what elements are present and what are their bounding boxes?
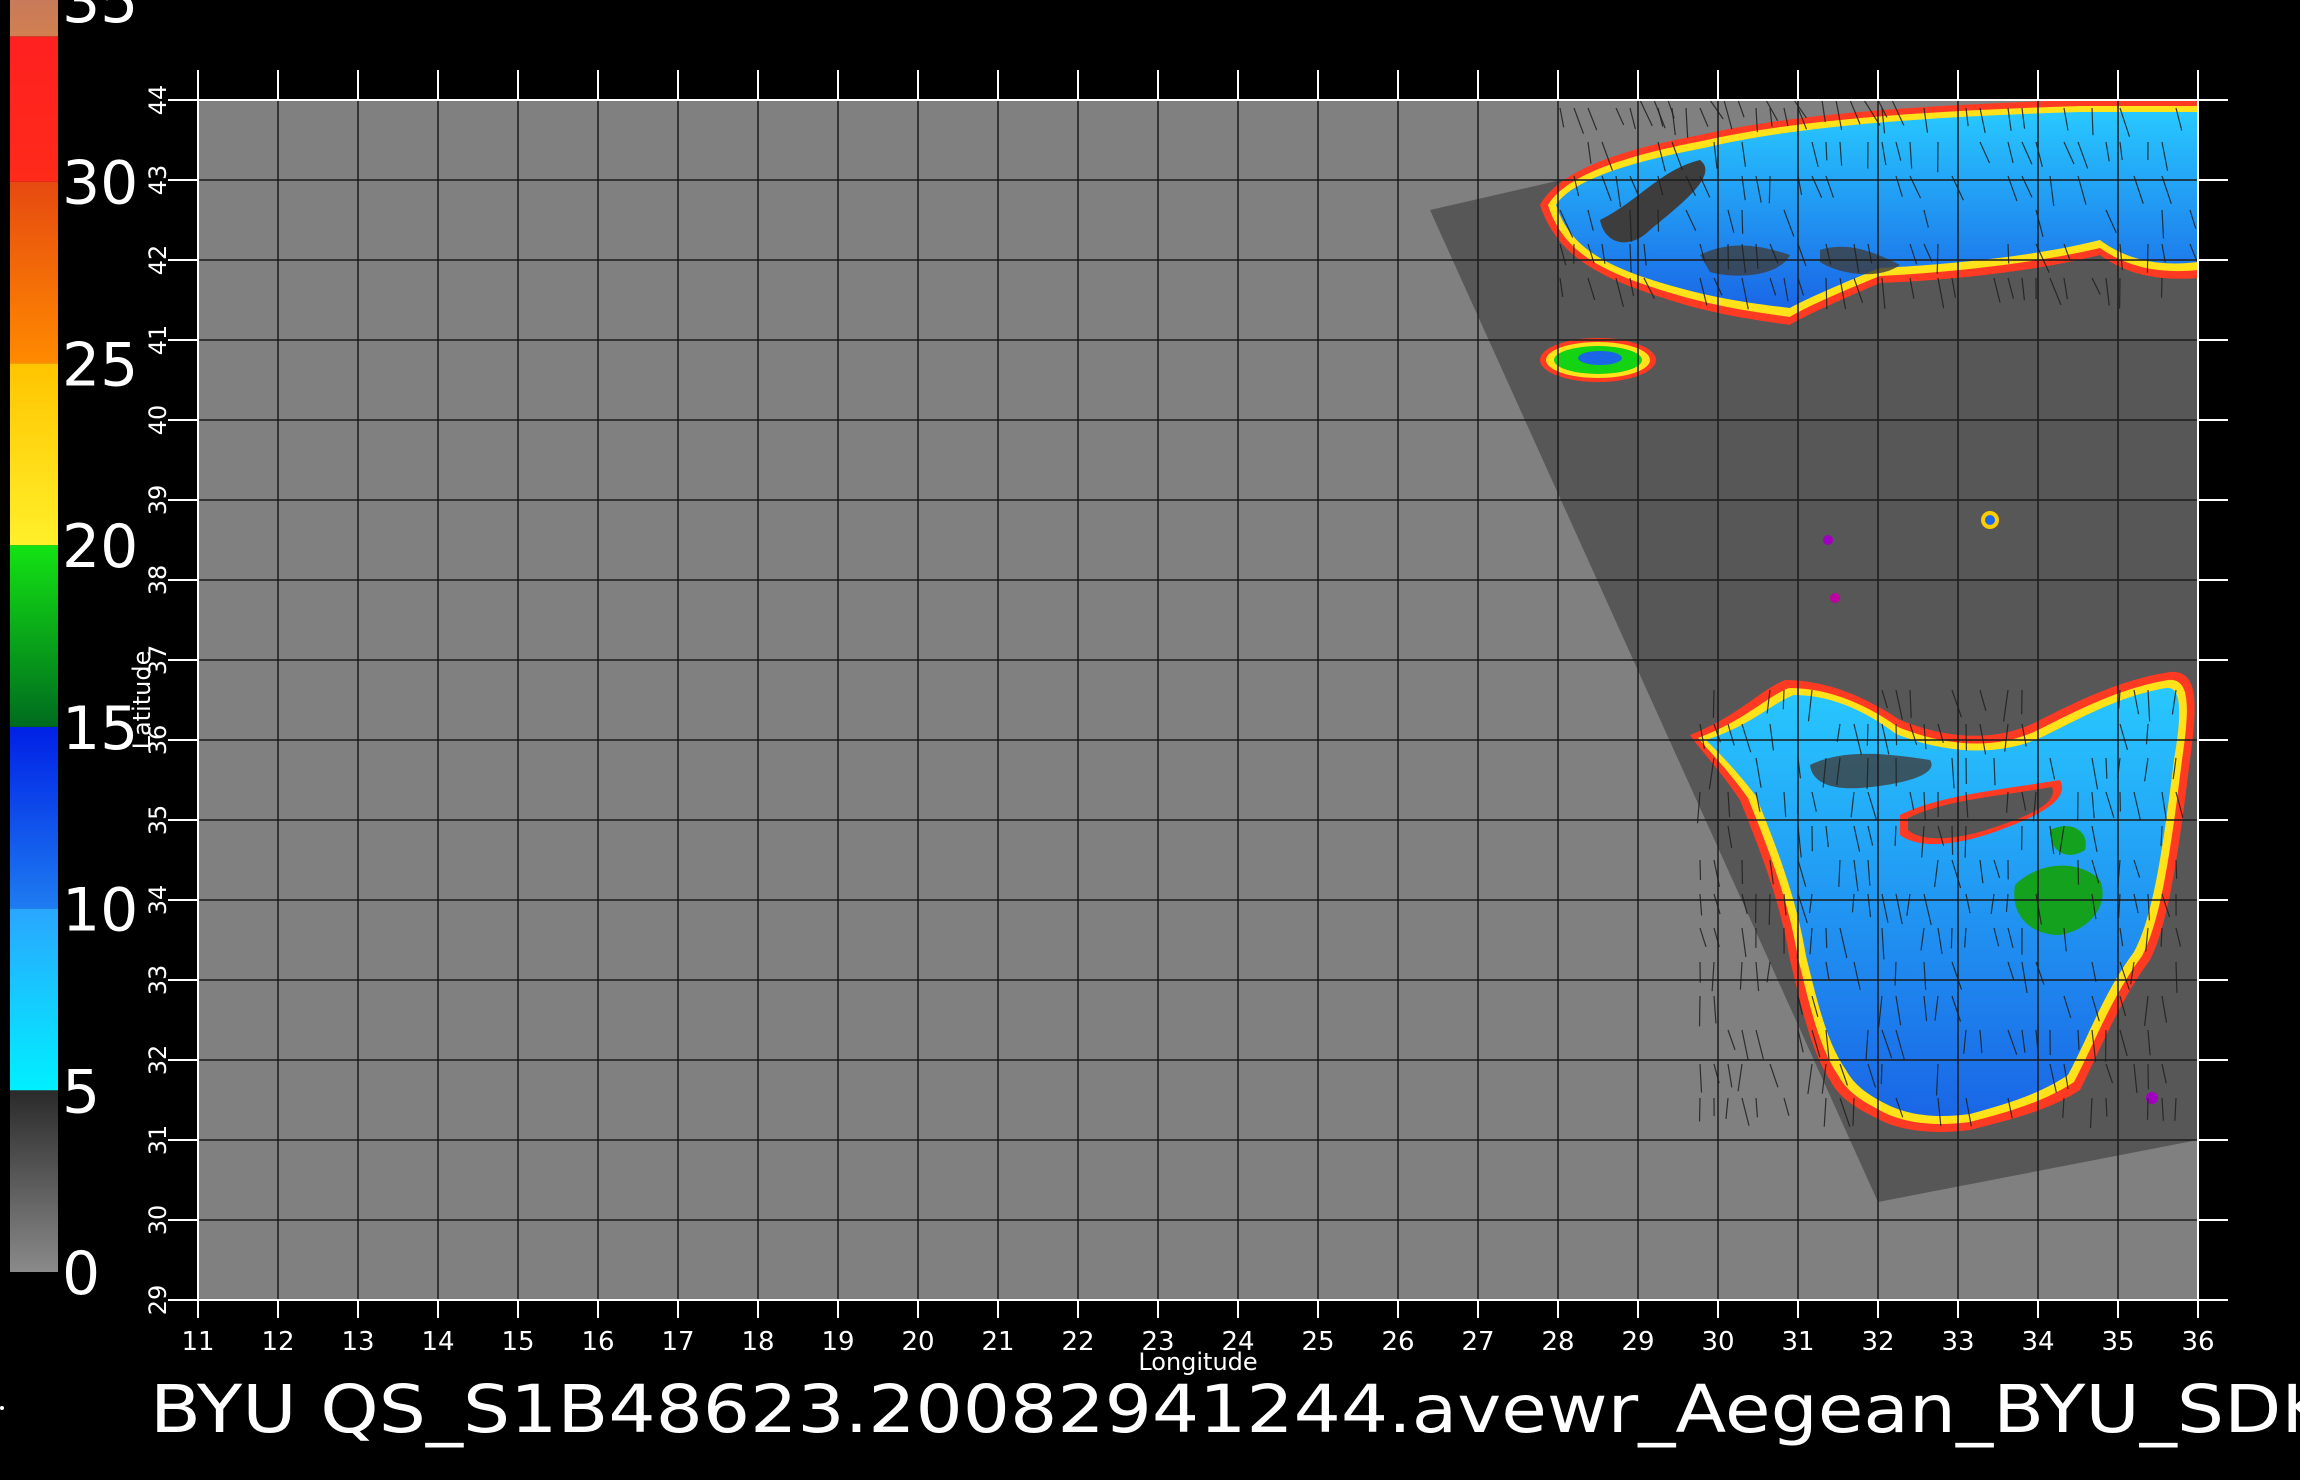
lon-tick-label: 11: [181, 1327, 214, 1357]
colorbar-labels: 0 5 10 15 20 25 30 35: [62, 0, 138, 1309]
lon-tick-label: 32: [1861, 1327, 1894, 1357]
wind-vector: [1880, 1063, 1883, 1085]
colorbar-segment: [10, 0, 58, 37]
lat-tick-label: 34: [144, 885, 172, 916]
colorbar-segment: [10, 181, 58, 364]
lon-tick-label: 18: [741, 1327, 774, 1357]
speck: [1823, 535, 1833, 545]
wind-vector: [1825, 927, 1828, 948]
lon-tick-label: 33: [1941, 1327, 1974, 1357]
y-axis-label: Latitude: [128, 651, 156, 750]
lon-tick-label: 15: [501, 1327, 534, 1357]
lat-tick-label: 32: [144, 1045, 172, 1076]
colorbar-segment: [10, 1090, 58, 1272]
colorbar-segment: [10, 363, 58, 546]
colorbar-tick-label: 0: [62, 1239, 100, 1309]
file-caption: BYU QS_S1B48623.20082941244.avewr_Aegean…: [150, 1371, 2300, 1448]
lat-tick-label: 35: [144, 805, 172, 836]
colorbar-tick-label: 15: [62, 694, 138, 764]
lat-tick-label: 39: [144, 485, 172, 516]
lon-tick-label: 12: [261, 1327, 294, 1357]
colorbar-segment: [10, 726, 58, 909]
wind-vector: [2146, 243, 2149, 273]
colorbar-tick-label: 35: [62, 0, 138, 37]
colorbar-tick-label: 25: [62, 330, 138, 400]
lon-tick-label: 31: [1781, 1327, 1814, 1357]
lon-tick-label: 27: [1461, 1327, 1494, 1357]
lon-tick-label: 22: [1061, 1327, 1094, 1357]
wind-vector: [1866, 723, 1869, 746]
wind-vector: [1936, 243, 1939, 274]
lat-tick-label: 43: [144, 165, 172, 196]
lat-tick-label: 33: [144, 965, 172, 996]
wind-vector: [1712, 689, 1715, 718]
wind-vector: [2175, 859, 2178, 879]
lat-tick-label: 40: [144, 405, 172, 436]
lon-tick-label: 26: [1381, 1327, 1414, 1357]
colorbar-tick-label: 10: [62, 876, 138, 946]
lat-tick-label: 42: [144, 245, 172, 276]
speck: [1985, 515, 1995, 525]
lon-tick-label: 34: [2021, 1327, 2054, 1357]
map-panel: 11 12 13 14 15 16 17 18 19 20 21 22 23 24 25 26 27 28 29 30…: [128, 70, 2228, 1376]
lon-tick-label: 35: [2101, 1327, 2134, 1357]
lat-tick-label: 44: [144, 85, 172, 116]
lon-tick-label: 28: [1541, 1327, 1574, 1357]
lon-tick-label: 14: [421, 1327, 454, 1357]
lat-tick-label: 30: [144, 1205, 172, 1236]
colorbar-tick-label: 20: [62, 512, 138, 582]
colorbar: [10, 0, 58, 1272]
wind-vector: [1951, 825, 1954, 855]
wind-vector: [1782, 689, 1785, 710]
lon-tick-label: 19: [821, 1327, 854, 1357]
map-figure: 0 5 10 15 20 25 30 35 11 12 13 14 15 16 17 18 1…: [0, 0, 2300, 1448]
lon-tick-label: 17: [661, 1327, 694, 1357]
lon-tick-label: 30: [1701, 1327, 1734, 1357]
lon-tick-label: 13: [341, 1327, 374, 1357]
lon-tick-label: 16: [581, 1327, 614, 1357]
lat-tick-label: 41: [144, 325, 172, 356]
wind-vector: [1950, 927, 1953, 949]
wind-vector: [2105, 757, 2108, 779]
lon-tick-label: 29: [1621, 1327, 1654, 1357]
wind-vector: [2146, 1097, 2149, 1120]
lat-tick-label: 38: [144, 565, 172, 596]
edge-dot: [0, 1406, 4, 1410]
speck: [1830, 593, 1840, 603]
lon-tick-label: 20: [901, 1327, 934, 1357]
lat-tick-label: 31: [144, 1125, 172, 1156]
wind-vector: [1741, 209, 1744, 234]
lon-tick-label: 25: [1301, 1327, 1334, 1357]
lat-tick-label: 29: [144, 1285, 172, 1316]
colorbar-segment: [10, 36, 58, 182]
colorbar-segment: [10, 908, 58, 1091]
lon-tick-label: 36: [2181, 1327, 2214, 1357]
colorbar-segment: [10, 545, 58, 727]
wind-vector: [1895, 723, 1898, 746]
wind-vector: [1825, 277, 1828, 310]
colorbar-tick-label: 5: [62, 1057, 100, 1127]
wind-vector: [1825, 141, 1828, 161]
lon-tick-label: 21: [981, 1327, 1014, 1357]
wind-vector: [1768, 893, 1771, 926]
colorbar-tick-label: 30: [62, 149, 138, 219]
